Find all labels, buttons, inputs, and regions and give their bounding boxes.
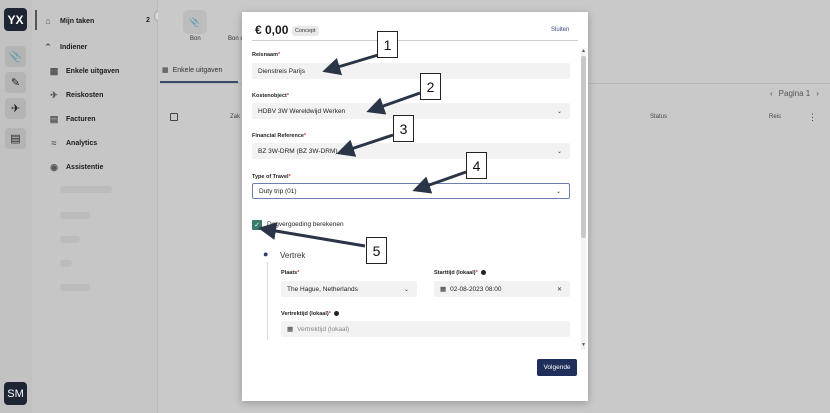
sidebar-item-assistentie[interactable]: ◉ Assistentie [48,162,103,173]
sidebar-item-my-tasks[interactable]: ⌂ Mijn taken [42,16,94,26]
daily-allowance-label[interactable]: Dagvergoeding berekenen [267,221,344,228]
calendar-icon: ▦ [287,326,294,333]
financial-reference-label: Financial Reference* [252,133,307,139]
calendar-icon: ▦ [440,286,447,293]
column-header: Zak [230,114,241,120]
reisnaam-input[interactable]: Dienstreis Parijs [252,63,570,79]
header-divider [252,40,578,41]
sidebar-item-facturen[interactable]: ▤ Facturen [48,114,96,125]
scroll-down-icon[interactable]: ▼ [581,342,586,348]
scroll-up-icon[interactable]: ▲ [581,48,586,54]
scrollbar-thumb[interactable] [581,56,586,238]
receipt-icon: ▦ [162,67,169,74]
daily-allowance-checkbox[interactable]: ✓ [252,220,262,230]
status-badge: Concept [292,26,319,36]
avatar[interactable]: SM [4,382,27,405]
info-icon[interactable] [480,270,486,276]
callout-5: 5 [366,237,387,264]
document-icon[interactable]: ▤ [5,128,26,149]
column-header: Status [650,114,668,120]
more-options-icon[interactable]: ⋮ [808,112,817,123]
type-of-travel-label: Type of Travel* [252,174,291,180]
my-tasks-count: 2 [146,17,150,24]
callout-3: 3 [393,115,414,142]
blurred-item [60,284,90,291]
starttijd-label: Starttijd (lokaal)* [434,270,486,276]
sidebar-item-reiskosten[interactable]: ✈ Reiskosten [48,90,103,101]
column-header: Reis [769,114,782,120]
chart-icon: ≈ [51,138,57,148]
icon-rail: YX 📎 ✎ ✈ ▤ SM [0,0,32,413]
app-logo[interactable]: YX [4,8,27,31]
next-button[interactable]: Volgende [537,359,577,376]
blurred-item [60,260,72,267]
plane-icon: ✈ [50,90,58,100]
sidebar-item-analytics[interactable]: ≈ Analytics [48,138,98,148]
chevron-left-icon[interactable]: ‹ [770,89,773,98]
invoice-icon: ▤ [49,114,59,124]
blurred-item [60,186,112,193]
sidebar-section-indiener[interactable]: ⌃ Indiener [42,42,87,53]
sidebar-divider [35,10,37,30]
vertrektijd-label: Vertrektijd (lokaal)* [281,311,339,317]
home-icon: ⌂ [45,16,51,26]
starttijd-input[interactable]: ▦ 02-08-2023 08:00 ✕ [434,281,570,297]
receipt-card-icon[interactable]: 📎 [183,10,207,34]
blurred-item [60,236,80,243]
select-all-checkbox[interactable] [170,113,178,121]
kostenobject-label: Kostenobject* [252,93,289,99]
vertrektijd-input[interactable]: ▦ Vertrektijd (lokaal) [281,321,570,337]
plaats-label: Plaats* [281,270,300,276]
card-label: Bon [190,36,201,42]
chevron-up-icon: ⌃ [44,42,52,52]
callout-1: 1 [377,31,398,58]
chevron-down-icon: ⌄ [403,286,409,293]
timeline-line [267,262,268,340]
plaats-select[interactable]: The Hague, Netherlands ⌄ [281,281,417,297]
blurred-item [60,212,90,219]
callout-2: 2 [420,73,441,100]
tab-enkele-uitgaven[interactable]: ▦ Enkele uitgaven [162,66,222,75]
total-amount: € 0,00 [255,23,289,37]
plane-icon[interactable]: ✈ [5,98,26,119]
info-icon[interactable] [333,311,339,317]
travel-expense-modal: € 0,00 Concept Sluiten ▲ ▼ Reisnaam* Die… [242,12,588,401]
callout-4: 4 [466,152,487,179]
sidebar-item-enkele-uitgaven[interactable]: ▦ Enkele uitgaven [48,66,120,77]
location-pin-icon: ● [263,249,269,259]
globe-icon: ◉ [50,162,58,172]
clear-icon[interactable]: ✕ [557,286,562,293]
paperclip-icon[interactable]: 📎 [5,46,26,67]
chevron-down-icon: ⌄ [556,108,562,115]
reisnaam-label: Reisnaam* [252,52,281,58]
chevron-right-icon[interactable]: › [816,89,819,98]
receipt-icon: ▦ [49,66,59,76]
chevron-down-icon: ⌄ [556,148,562,155]
chevron-down-icon: ⌄ [555,188,561,195]
sidebar [32,0,158,413]
financial-reference-select[interactable]: BZ 3W-DRM (BZ 3W-DRM) ⌄ [252,143,570,159]
pager: ‹ Pagina 1 › [770,89,819,98]
type-of-travel-select[interactable]: Duty trip (01) ⌄ [252,183,570,199]
close-link[interactable]: Sluiten [551,27,569,33]
departure-title: Vertrek [280,251,306,260]
edit-icon[interactable]: ✎ [5,72,26,93]
